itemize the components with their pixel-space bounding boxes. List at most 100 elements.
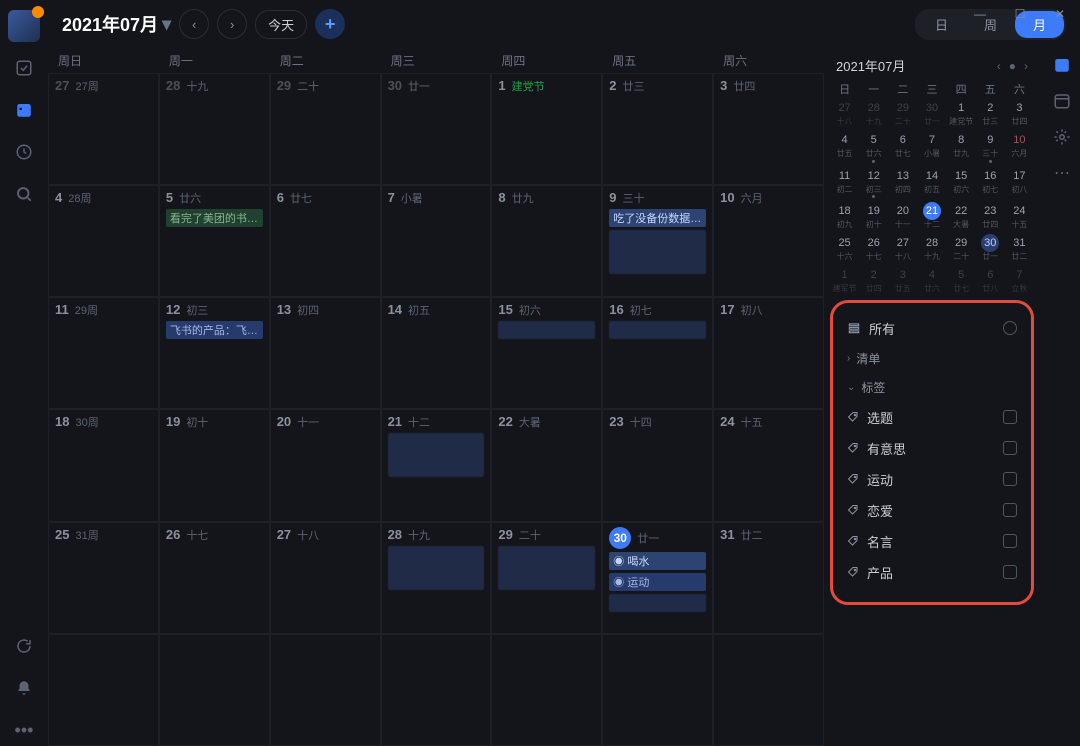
mini-day-cell[interactable]: 2廿四 [859, 266, 888, 294]
calendar-cell[interactable]: 2531周 [48, 522, 159, 634]
arrangement-panel-icon[interactable] [1051, 90, 1073, 112]
calendar-cell[interactable]: 7小暑 [381, 185, 492, 297]
filter-list-header[interactable]: ›清单 [845, 344, 1019, 373]
mini-day-cell[interactable]: 21十二 [917, 202, 946, 230]
calendar-cell[interactable]: 27十八 [270, 522, 381, 634]
calendar-cell[interactable]: 1830周 [48, 409, 159, 521]
calendar-cell[interactable]: 26十七 [159, 522, 270, 634]
month-title[interactable]: 2021年07月 ▾ [62, 11, 171, 37]
mini-day-cell[interactable]: 11初二 [830, 167, 859, 199]
mini-day-cell[interactable]: 1建党节 [947, 99, 976, 127]
calendar-cell[interactable]: 12初三飞书的产品：飞… [159, 297, 270, 409]
more-panel-icon[interactable]: ⋯ [1051, 162, 1073, 184]
avatar[interactable] [8, 10, 40, 42]
window-close-button[interactable]: ✕ [1040, 0, 1080, 28]
window-max-button[interactable]: ☐ [1000, 0, 1040, 28]
mini-day-cell[interactable]: 5廿六 [859, 131, 888, 163]
mini-day-cell[interactable]: 26十七 [859, 234, 888, 262]
mini-day-cell[interactable]: 27十八 [830, 99, 859, 127]
calendar-nav-icon[interactable] [8, 94, 40, 126]
mini-day-cell[interactable]: 8廿九 [947, 131, 976, 163]
sync-icon[interactable] [8, 630, 40, 662]
mini-day-cell[interactable]: 9三十 [976, 131, 1005, 163]
checklist-nav-icon[interactable] [8, 52, 40, 84]
filter-tag-row[interactable]: 有意思 [845, 433, 1019, 464]
mini-day-cell[interactable]: 23廿四 [976, 202, 1005, 230]
mini-day-cell[interactable]: 6廿七 [888, 131, 917, 163]
mini-day-cell[interactable]: 27十八 [888, 234, 917, 262]
calendar-cell[interactable]: 13初四 [270, 297, 381, 409]
calendar-cell[interactable]: 22大暑 [491, 409, 602, 521]
mini-day-cell[interactable]: 14初五 [917, 167, 946, 199]
calendar-cell[interactable]: 6廿七 [270, 185, 381, 297]
calendar-cell[interactable] [159, 634, 270, 746]
calendar-cell[interactable]: 29二十 [270, 73, 381, 185]
mini-day-cell[interactable]: 4廿六 [917, 266, 946, 294]
prev-month-button[interactable]: ‹ [179, 9, 209, 39]
calendar-cell[interactable]: 1129周 [48, 297, 159, 409]
day-view-button[interactable]: 日 [917, 11, 966, 38]
calendar-cell[interactable]: 31廿二 [713, 522, 824, 634]
search-nav-icon[interactable] [8, 178, 40, 210]
calendar-cell[interactable] [270, 634, 381, 746]
calendar-cell[interactable] [381, 634, 492, 746]
calendar-cell[interactable] [491, 634, 602, 746]
window-min-button[interactable]: — [960, 0, 1000, 28]
filter-tags-header[interactable]: ⌄标签 [845, 373, 1019, 402]
today-button[interactable]: 今天 [255, 10, 307, 39]
mini-day-cell[interactable]: 28十九 [917, 234, 946, 262]
mini-day-cell[interactable]: 30廿一 [976, 234, 1005, 262]
calendar-cell[interactable]: 5廿六看完了美团的书… [159, 185, 270, 297]
calendar-cell[interactable]: 30廿一 [381, 73, 492, 185]
calendar-cell[interactable]: 9三十吃了没备份数据… [602, 185, 713, 297]
mini-day-cell[interactable]: 6廿八 [976, 266, 1005, 294]
calendar-cell[interactable]: 28十九 [159, 73, 270, 185]
mini-day-cell[interactable]: 12初三 [859, 167, 888, 199]
event-chip[interactable]: 飞书的产品：飞… [166, 321, 263, 339]
calendar-cell[interactable]: 1建党节 [491, 73, 602, 185]
mini-day-cell[interactable]: 15初六 [947, 167, 976, 199]
mini-day-cell[interactable]: 30廿一 [917, 99, 946, 127]
calendar-cell[interactable]: 2廿三 [602, 73, 713, 185]
mini-day-cell[interactable]: 20十一 [888, 202, 917, 230]
filter-all[interactable]: 所有 [845, 313, 1019, 344]
mini-day-cell[interactable]: 3廿五 [888, 266, 917, 294]
calendar-cell[interactable]: 15初六 [491, 297, 602, 409]
mini-day-cell[interactable]: 10六月 [1005, 131, 1034, 163]
mini-day-cell[interactable]: 18初九 [830, 202, 859, 230]
calendar-cell[interactable]: 20十一 [270, 409, 381, 521]
mini-day-cell[interactable]: 7立秋 [1005, 266, 1034, 294]
mini-day-cell[interactable]: 4廿五 [830, 131, 859, 163]
event-chip[interactable]: 看完了美团的书… [166, 209, 263, 227]
mini-day-cell[interactable]: 1建军节 [830, 266, 859, 294]
calendar-panel-icon[interactable] [1051, 54, 1073, 76]
filter-tag-row[interactable]: 恋爱 [845, 495, 1019, 526]
mini-day-cell[interactable]: 7小暑 [917, 131, 946, 163]
filter-tag-row[interactable]: 运动 [845, 464, 1019, 495]
calendar-cell[interactable]: 10六月 [713, 185, 824, 297]
event-chip[interactable]: ◉ 喝水 [609, 552, 706, 570]
clock-nav-icon[interactable] [8, 136, 40, 168]
filter-tag-row[interactable]: 产品 [845, 557, 1019, 588]
mini-dot-icon[interactable]: ● [1009, 59, 1016, 73]
calendar-cell[interactable]: 30廿一◉ 喝水◉ 运动 [602, 522, 713, 634]
mini-day-cell[interactable]: 31廿二 [1005, 234, 1034, 262]
calendar-cell[interactable] [602, 634, 713, 746]
mini-day-cell[interactable]: 17初八 [1005, 167, 1034, 199]
mini-next-icon[interactable]: › [1024, 59, 1028, 73]
mini-day-cell[interactable]: 29二十 [888, 99, 917, 127]
calendar-cell[interactable]: 24十五 [713, 409, 824, 521]
mini-day-cell[interactable]: 16初七 [976, 167, 1005, 199]
event-chip[interactable]: ◉ 运动 [609, 573, 706, 591]
mini-day-cell[interactable]: 5廿七 [947, 266, 976, 294]
mini-day-cell[interactable]: 29二十 [947, 234, 976, 262]
calendar-cell[interactable]: 3廿四 [713, 73, 824, 185]
calendar-cell[interactable] [48, 634, 159, 746]
more-icon[interactable]: ••• [8, 714, 40, 746]
calendar-cell[interactable]: 8廿九 [491, 185, 602, 297]
settings-panel-icon[interactable] [1051, 126, 1073, 148]
mini-day-cell[interactable]: 3廿四 [1005, 99, 1034, 127]
calendar-cell[interactable]: 14初五 [381, 297, 492, 409]
mini-day-cell[interactable]: 22大暑 [947, 202, 976, 230]
mini-day-cell[interactable]: 13初四 [888, 167, 917, 199]
